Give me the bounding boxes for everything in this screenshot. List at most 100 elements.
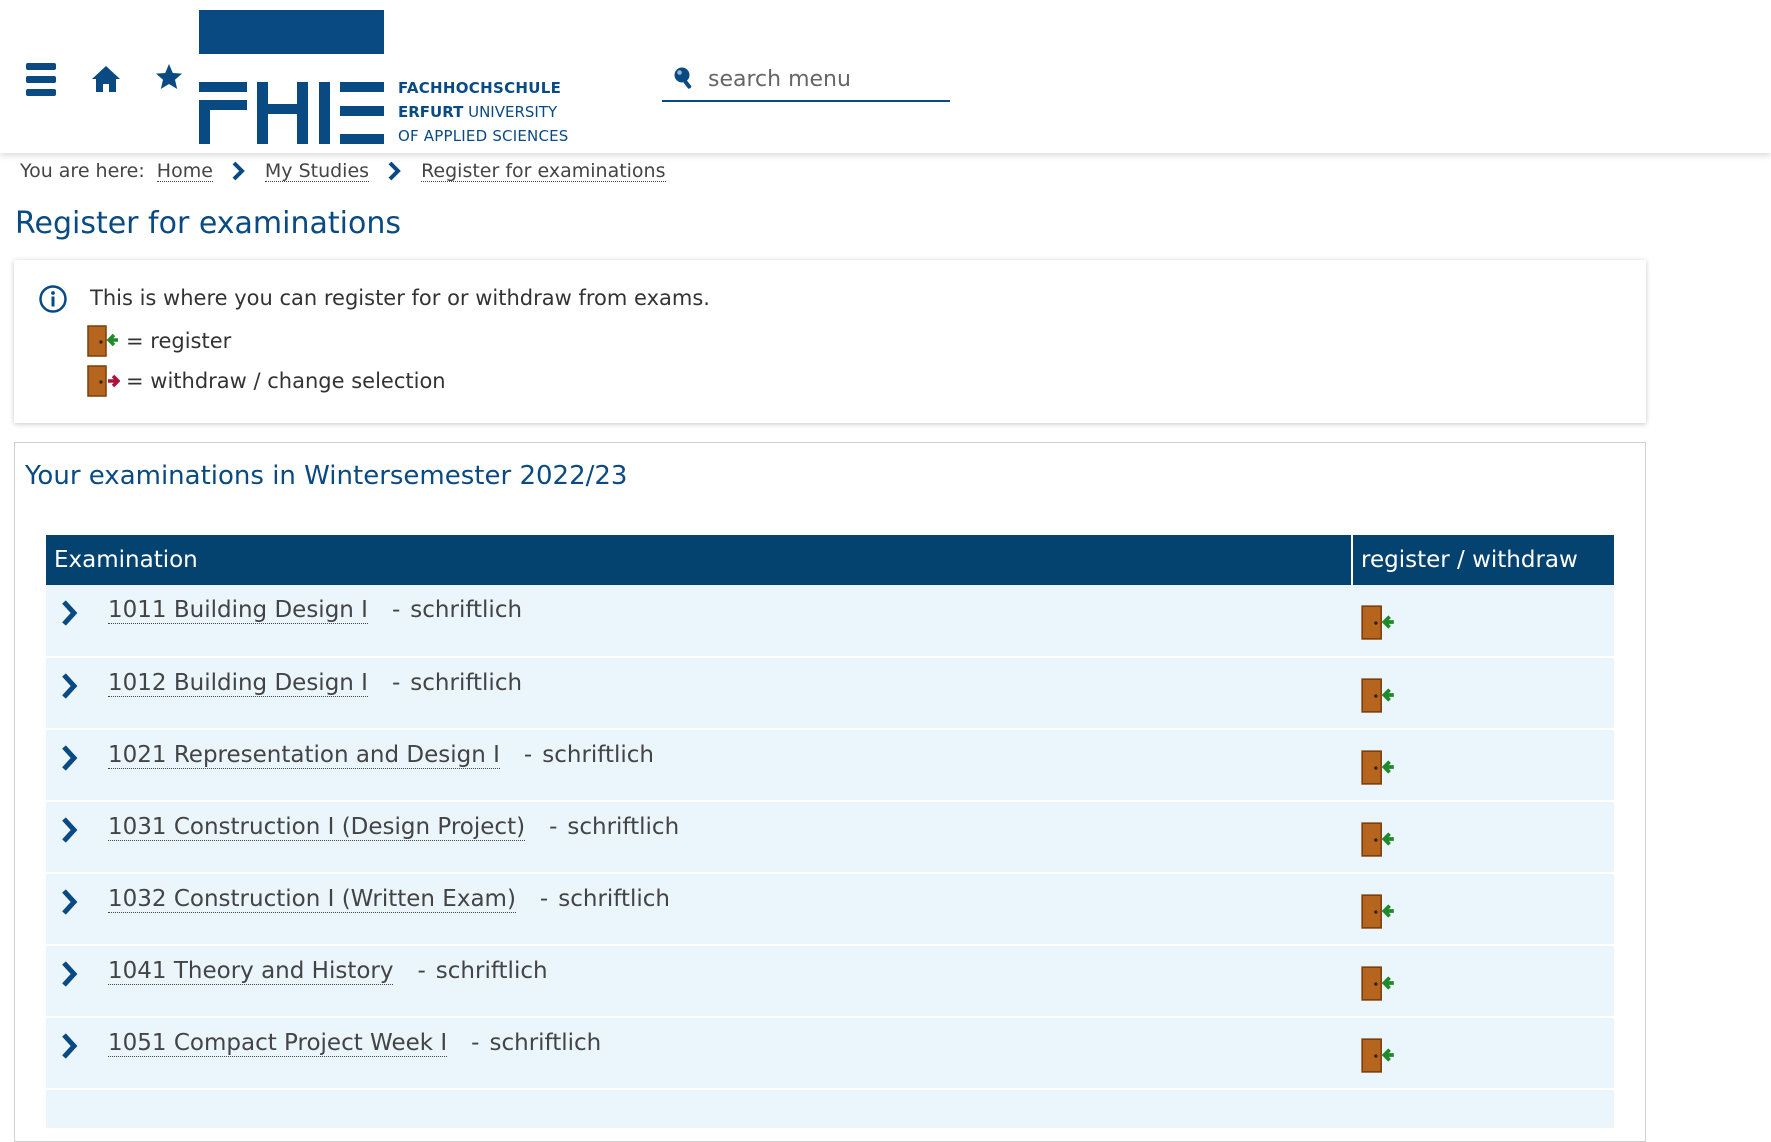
column-header-register-withdraw: register / withdraw	[1352, 535, 1614, 585]
register-door-icon[interactable]	[1360, 964, 1396, 1002]
register-cell	[1352, 945, 1614, 1018]
exam-separator: -	[471, 1030, 480, 1056]
examination-cell	[46, 1089, 1352, 1130]
examination-cell: 1012 Building Design I - schriftlich	[46, 657, 1352, 730]
examination-cell: 1032 Construction I (Written Exam) - schri…	[46, 873, 1352, 946]
register-cell	[1352, 801, 1614, 874]
search-icon	[674, 67, 692, 89]
exams-panel-title: Your examinations in Wintersemester 2022…	[25, 461, 628, 491]
chevron-right-icon	[232, 161, 245, 181]
chevron-right-icon	[388, 161, 401, 181]
exam-link[interactable]: 1032 Construction I (Written Exam)	[108, 886, 516, 913]
register-cell	[1352, 729, 1614, 802]
table-row: 1051 Compact Project Week I - schriftlich	[46, 1017, 1614, 1090]
exam-link[interactable]: 1031 Construction I (Design Project)	[108, 814, 526, 841]
register-cell	[1352, 1017, 1614, 1090]
register-door-icon	[87, 325, 118, 357]
page-title: Register for examinations	[15, 206, 401, 241]
exam-line: 1051 Compact Project Week I - schriftlich	[108, 1030, 602, 1057]
exam-link[interactable]: 1051 Compact Project Week I	[108, 1030, 448, 1057]
star-icon[interactable]	[154, 62, 184, 92]
exam-link[interactable]: 1012 Building Design I	[108, 670, 368, 697]
examination-cell: 1051 Compact Project Week I - schriftlich	[46, 1017, 1352, 1090]
exam-separator: -	[391, 670, 401, 696]
table-row	[46, 1089, 1614, 1130]
exam-line: 1011 Building Design I - schriftlich	[108, 597, 523, 624]
exam-type: schriftlich	[542, 742, 654, 768]
column-header-examination: Examination	[46, 535, 1353, 585]
withdraw-door-icon	[87, 365, 120, 397]
info-box: This is where you can register for or wi…	[14, 260, 1646, 423]
info-icon	[39, 285, 67, 313]
exam-line: 1031 Construction I (Design Project) - sch…	[108, 814, 680, 841]
exam-line: 1021 Representation and Design I - schrift…	[108, 742, 654, 769]
breadcrumb-my-studies[interactable]: My Studies	[264, 161, 370, 182]
exam-type: schriftlich	[567, 814, 680, 840]
expand-chevron-icon[interactable]	[60, 816, 78, 844]
register-door-icon[interactable]	[1360, 820, 1396, 858]
search-box	[662, 58, 950, 102]
register-door-icon[interactable]	[1360, 603, 1396, 641]
breadcrumb-label: You are here:	[20, 160, 145, 182]
table-row: 1012 Building Design I - schriftlich	[46, 657, 1614, 730]
expand-chevron-icon[interactable]	[60, 599, 78, 627]
register-cell	[1352, 657, 1614, 730]
exam-separator: -	[523, 742, 533, 768]
logo-wordmark: FACHHOCHSCHULE ERFURT UNIVERSITY OF APPL…	[398, 76, 569, 148]
exam-link[interactable]: 1041 Theory and History	[108, 958, 394, 985]
examination-cell: 1031 Construction I (Design Project) - sch…	[46, 801, 1352, 874]
exam-separator: -	[391, 597, 401, 623]
top-header: FACHHOCHSCHULE ERFURT UNIVERSITY OF APPL…	[0, 0, 1771, 153]
exam-type: schriftlich	[489, 1030, 602, 1056]
exams-table: Examination register / withdraw 1011 Bui…	[46, 535, 1614, 1130]
exams-table-body: 1011 Building Design I - schriftlich 1012 B…	[46, 585, 1614, 1130]
examination-cell: 1011 Building Design I - schriftlich	[46, 585, 1352, 658]
legend-register-text: = register	[126, 329, 232, 353]
expand-chevron-icon[interactable]	[60, 1032, 78, 1060]
expand-chevron-icon[interactable]	[60, 744, 78, 772]
breadcrumb-home[interactable]: Home	[156, 161, 213, 182]
legend-register: = register	[86, 324, 231, 358]
table-row: 1021 Representation and Design I - schrift…	[46, 729, 1614, 802]
table-row: 1032 Construction I (Written Exam) - schri…	[46, 873, 1614, 946]
exam-link[interactable]: 1011 Building Design I	[108, 597, 368, 624]
examination-cell: 1021 Representation and Design I - schrift…	[46, 729, 1352, 802]
exam-type: schriftlich	[435, 958, 548, 984]
expand-chevron-icon[interactable]	[60, 672, 78, 700]
exams-panel: Your examinations in Wintersemester 2022…	[14, 442, 1646, 1142]
register-door-icon[interactable]	[1360, 892, 1396, 930]
search-input[interactable]	[706, 62, 948, 96]
logo-line-2: ERFURT UNIVERSITY	[398, 103, 558, 121]
table-header-row: Examination register / withdraw	[46, 535, 1614, 585]
home-icon[interactable]	[90, 64, 122, 94]
exam-separator: -	[539, 886, 549, 912]
exam-link[interactable]: 1021 Representation and Design I	[108, 742, 500, 769]
exam-separator: -	[549, 814, 558, 840]
exam-separator: -	[417, 958, 426, 984]
register-door-icon[interactable]	[1360, 1036, 1396, 1074]
register-door-icon[interactable]	[1360, 676, 1396, 714]
examination-cell: 1041 Theory and History - schriftlich	[46, 945, 1352, 1018]
expand-chevron-icon[interactable]	[60, 960, 78, 988]
exam-line: 1012 Building Design I - schriftlich	[108, 670, 523, 697]
register-door-icon[interactable]	[1360, 748, 1396, 786]
table-row: 1031 Construction I (Design Project) - sch…	[46, 801, 1614, 874]
register-cell	[1352, 585, 1614, 658]
legend-withdraw-text: = withdraw / change selection	[126, 369, 446, 393]
table-row: 1041 Theory and History - schriftlich	[46, 945, 1614, 1018]
exam-type: schriftlich	[410, 597, 523, 623]
exam-line: 1032 Construction I (Written Exam) - schri…	[108, 886, 670, 913]
logo-line-3: OF APPLIED SCIENCES	[398, 127, 569, 145]
info-text: This is where you can register for or wi…	[90, 286, 710, 310]
table-row: 1011 Building Design I - schriftlich	[46, 585, 1614, 658]
logo-line-1: FACHHOCHSCHULE	[398, 79, 562, 97]
exam-type: schriftlich	[410, 670, 523, 696]
breadcrumb-register-exams[interactable]: Register for examinations	[421, 161, 666, 182]
hamburger-menu-icon[interactable]	[26, 63, 56, 97]
register-cell	[1352, 1089, 1614, 1130]
exam-type: schriftlich	[558, 886, 670, 912]
expand-chevron-icon[interactable]	[60, 888, 78, 916]
register-cell	[1352, 873, 1614, 946]
breadcrumb: You are here: Home My Studies Register f…	[20, 158, 666, 184]
exam-line: 1041 Theory and History - schriftlich	[108, 958, 548, 985]
